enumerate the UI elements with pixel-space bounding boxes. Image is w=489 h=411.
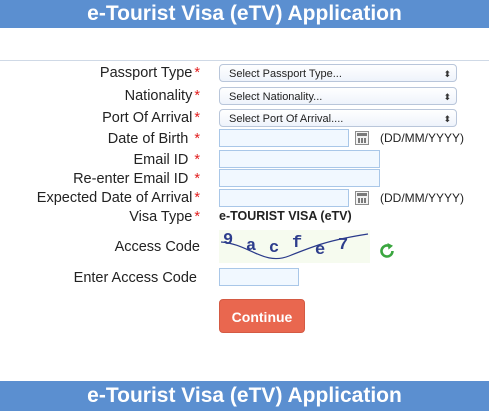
calendar-icon[interactable]	[355, 131, 369, 145]
page-footer-banner: e-Tourist Visa (eTV) Application	[0, 381, 489, 411]
port-of-arrival-selected-value: Select Port Of Arrival....	[229, 113, 344, 125]
port-of-arrival-label: Port Of Arrival *	[102, 110, 200, 126]
page-header-banner: e-Tourist Visa (eTV) Application	[0, 0, 489, 28]
required-marker: *	[194, 88, 200, 104]
required-marker: *	[194, 209, 200, 225]
visa-type-value: e-TOURIST VISA (eTV)	[219, 209, 352, 223]
required-marker: *	[194, 190, 200, 206]
captcha-char: c	[269, 239, 287, 258]
required-marker: *	[194, 171, 200, 187]
select-arrows-icon: ⬍	[443, 69, 451, 79]
required-marker: *	[194, 131, 200, 147]
passport-type-label: Passport Type *	[99, 65, 200, 81]
reenter-email-input[interactable]	[219, 169, 380, 187]
port-of-arrival-select[interactable]: Select Port Of Arrival.... ⬍	[219, 109, 457, 127]
date-of-birth-label: Date of Birth *	[107, 131, 200, 147]
email-input[interactable]	[219, 150, 380, 168]
nationality-label: Nationality *	[124, 88, 200, 104]
select-arrows-icon: ⬍	[443, 114, 451, 124]
continue-button[interactable]: Continue	[219, 299, 305, 333]
nationality-select[interactable]: Select Nationality... ⬍	[219, 87, 457, 105]
expected-arrival-input[interactable]	[219, 189, 349, 207]
captcha-char: f	[292, 234, 310, 253]
enter-access-code-input[interactable]	[219, 268, 299, 286]
enter-access-code-label: Enter Access Code	[73, 270, 197, 286]
captcha-graphic: 9acfe7	[220, 231, 369, 260]
captcha-image: 9acfe7	[219, 230, 370, 263]
email-label: Email ID *	[133, 152, 200, 168]
access-code-label: Access Code	[114, 239, 200, 255]
required-marker: *	[194, 65, 200, 81]
nationality-selected-value: Select Nationality...	[229, 91, 323, 103]
divider	[0, 60, 489, 61]
date-of-birth-format-hint: (DD/MM/YYYY)	[380, 131, 464, 145]
expected-arrival-format-hint: (DD/MM/YYYY)	[380, 191, 464, 205]
select-arrows-icon: ⬍	[443, 92, 451, 102]
captcha-char: 7	[338, 236, 356, 255]
refresh-icon[interactable]	[378, 242, 396, 260]
passport-type-selected-value: Select Passport Type...	[229, 68, 342, 80]
required-marker: *	[194, 152, 200, 168]
expected-arrival-label: Expected Date of Arrival *	[36, 190, 200, 206]
captcha-char: 9	[223, 231, 241, 250]
visa-type-label: Visa Type *	[129, 209, 200, 225]
date-of-birth-input[interactable]	[219, 129, 349, 147]
passport-type-select[interactable]: Select Passport Type... ⬍	[219, 64, 457, 82]
required-marker: *	[194, 110, 200, 126]
reenter-email-label: Re-enter Email ID *	[73, 171, 200, 187]
captcha-char: a	[246, 237, 264, 256]
captcha-char: e	[315, 241, 333, 260]
calendar-icon[interactable]	[355, 191, 369, 205]
